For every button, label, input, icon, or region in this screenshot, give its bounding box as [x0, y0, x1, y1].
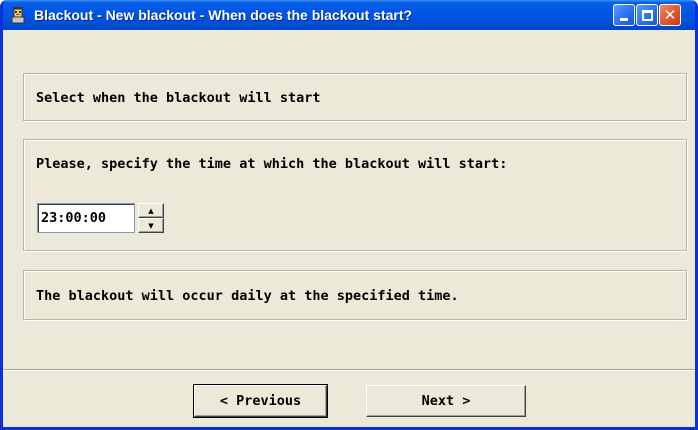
time-prompt: Please, specify the time at which the bl… [36, 156, 508, 172]
previous-button-label: < Previous [219, 393, 302, 409]
spin-up-button[interactable]: ▲ [138, 203, 164, 218]
previous-button[interactable]: < Previous [194, 385, 327, 417]
next-button-label: Next > [421, 393, 471, 409]
start-time-input[interactable]: 23:00:00 [37, 203, 135, 233]
time-spinner: ▲ ▼ [138, 203, 164, 233]
next-button[interactable]: Next > [366, 385, 526, 417]
minimize-button[interactable] [613, 4, 635, 26]
arrow-down-icon: ▼ [148, 221, 154, 230]
blackout-dialog-window: Blackout - New blackout - When does the … [0, 0, 698, 430]
info-text: The blackout will occur daily at the spe… [36, 288, 459, 304]
spin-down-button[interactable]: ▼ [138, 218, 164, 233]
footer-separator [3, 369, 695, 371]
close-icon: ✕ [663, 5, 677, 24]
maximize-button[interactable] [636, 4, 658, 26]
header-panel: Select when the blackout will start [23, 73, 687, 121]
minimize-icon [620, 17, 628, 21]
app-icon [9, 6, 27, 24]
maximize-icon [641, 9, 653, 21]
info-panel: The blackout will occur daily at the spe… [23, 270, 687, 320]
title-bar[interactable]: Blackout - New blackout - When does the … [3, 0, 695, 30]
arrow-up-icon: ▲ [148, 206, 154, 215]
header-text: Select when the blackout will start [36, 90, 321, 106]
time-panel: Please, specify the time at which the bl… [23, 139, 687, 251]
close-button[interactable]: ✕ [659, 4, 681, 26]
window-title: Blackout - New blackout - When does the … [34, 7, 413, 23]
